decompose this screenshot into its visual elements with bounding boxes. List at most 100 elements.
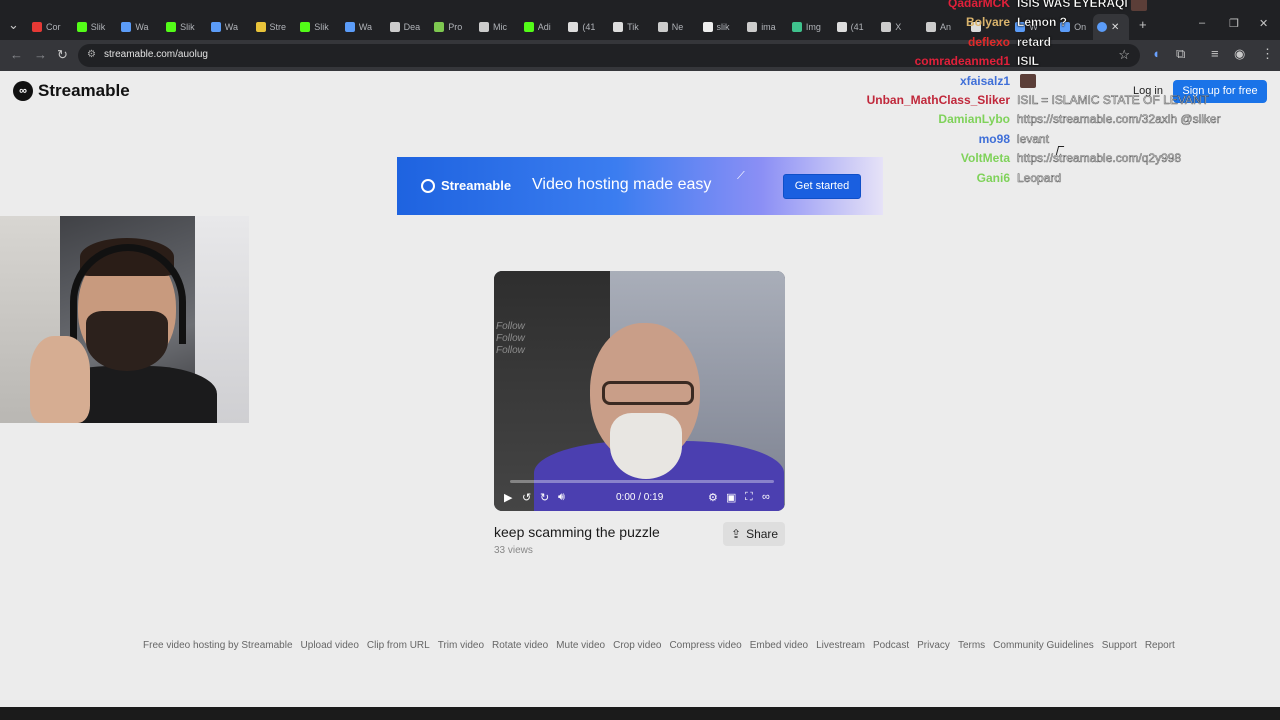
chat-text-wrap: retard — [1017, 35, 1051, 49]
browser-tab[interactable]: Wa — [341, 17, 386, 37]
footer-link[interactable]: Privacy — [917, 640, 950, 651]
browser-tab[interactable]: Img — [788, 17, 833, 37]
video-person-beard — [610, 413, 682, 479]
chat-text: ISIS WAS EYERAQI — [1017, 0, 1128, 10]
chat-text: retard — [1017, 34, 1052, 49]
streamable-icon — [344, 22, 355, 32]
chat-message: deflexo retard — [860, 35, 1280, 53]
chat-text-wrap: ISIL = ISLAMIC STATE OF LEVANT — [1017, 93, 1209, 107]
fullscreen-icon[interactable]: ⛶ — [745, 491, 753, 504]
banner-logo: Streamable — [421, 178, 511, 193]
chat-text-wrap: levant — [1017, 132, 1049, 146]
banner-logo-text: Streamable — [441, 178, 512, 193]
stream-bottom-bar — [0, 707, 1280, 720]
tab-title: Slik — [314, 22, 329, 32]
tiktok-icon — [836, 22, 847, 32]
footer-link[interactable]: Clip from URL — [367, 640, 430, 651]
chat-username[interactable]: Gani6 — [977, 171, 1010, 185]
footer-link[interactable]: Free video hosting by Streamable — [143, 640, 293, 651]
streamable-logo-icon: ∞ — [13, 81, 33, 101]
browser-tab[interactable]: slik — [699, 17, 744, 37]
browser-tab[interactable]: Slik — [162, 17, 207, 37]
streamable-icon — [210, 22, 221, 32]
back-arrow-icon[interactable]: ← — [10, 47, 23, 62]
chat-message: Bolyare Lemon ? — [860, 15, 1280, 33]
forward-icon[interactable]: ↻ — [540, 491, 549, 504]
share-button[interactable]: ⇪ Share — [723, 522, 785, 546]
tab-title: Adi — [537, 22, 551, 32]
video-player[interactable]: Follow Follow Follow ▶ ↺ ↻ 🔊︎ 0:00 / 0:1… — [494, 271, 785, 511]
footer-link[interactable]: Livestream — [816, 640, 865, 651]
chat-username[interactable]: mo98 — [979, 132, 1010, 146]
chat-message: comradeanmed1 ISIL — [860, 54, 1280, 72]
footer-link[interactable]: Compress video — [669, 640, 741, 651]
browser-tab[interactable]: Slik — [296, 17, 341, 37]
settings-gear-icon[interactable]: ⚙ — [708, 491, 718, 504]
promo-banner[interactable]: Streamable Video hosting made easy ⟋ Get… — [397, 157, 883, 215]
footer-link[interactable]: Terms — [958, 640, 985, 651]
reload-icon[interactable]: ↻ — [57, 47, 68, 63]
screen: ⌄ Cor Slik Wa Slik Wa Stre Slik Wa Dea Pro Mic Adi (… — [0, 0, 1280, 720]
footer-link[interactable]: Upload video — [301, 640, 359, 651]
tiktok-icon — [568, 22, 579, 32]
chat-username[interactable]: xfaisalz1 — [960, 74, 1010, 88]
tab-title: Mic — [493, 22, 507, 32]
volume-icon[interactable]: 🔊︎ — [558, 491, 565, 504]
chat-text: levant — [1017, 131, 1050, 146]
browser-tab[interactable]: Adi — [520, 17, 565, 37]
tab-title: Wa — [224, 22, 238, 32]
video-person-glasses — [602, 381, 694, 405]
streamable-icon — [121, 22, 132, 32]
chat-username[interactable]: Bolyare — [966, 15, 1010, 29]
site-info-icon[interactable]: ⚙ — [87, 49, 96, 60]
site-logo[interactable]: ∞ Streamable — [13, 81, 130, 101]
tab-title: Wa — [135, 22, 149, 32]
browser-tab[interactable]: Stre — [252, 17, 297, 37]
tab-search-chevron-icon[interactable]: ⌄ — [8, 17, 19, 33]
chat-username[interactable]: VoltMeta — [961, 151, 1010, 165]
footer-link[interactable]: Report — [1145, 640, 1175, 651]
picture-in-picture-icon[interactable]: ▣ — [726, 491, 736, 504]
get-started-button[interactable]: Get started — [783, 174, 861, 199]
chat-username[interactable]: Unban_MathClass_Sliker — [867, 93, 1010, 107]
browser-tab[interactable]: ima — [743, 17, 788, 37]
footer-link[interactable]: Trim video — [438, 640, 484, 651]
tab-title: slik — [716, 22, 730, 32]
footer-link[interactable]: Support — [1102, 640, 1137, 651]
chat-text: https://streamable.com/q2y998 — [1017, 151, 1182, 166]
webcam-person-hand — [30, 336, 90, 423]
browser-tab[interactable]: Pro — [430, 17, 475, 37]
chat-text-wrap: Leopard — [1017, 170, 1062, 185]
chat-username[interactable]: DamianLybo — [938, 112, 1010, 126]
browser-tab[interactable]: Slik — [73, 17, 118, 37]
chat-username[interactable]: QadarMCK — [948, 0, 1010, 10]
rewind-icon[interactable]: ↺ — [522, 491, 531, 504]
chat-username[interactable]: comradeanmed1 — [915, 54, 1010, 68]
browser-tab[interactable]: Dea — [386, 17, 431, 37]
chat-message: xfaisalz1 — [860, 74, 1280, 92]
browser-tab[interactable]: (41 — [564, 17, 609, 37]
tab-title: ima — [761, 22, 776, 32]
footer-link[interactable]: Rotate video — [492, 640, 548, 651]
browser-tab[interactable]: Tik — [609, 17, 654, 37]
video-title: keep scamming the puzzle — [494, 524, 660, 540]
footer-link[interactable]: Community Guidelines — [993, 640, 1094, 651]
streamable-logo-icon — [421, 178, 435, 193]
video-progress-bar[interactable] — [510, 480, 774, 483]
chat-username[interactable]: deflexo — [968, 35, 1010, 49]
kick-icon — [166, 22, 177, 32]
footer-link[interactable]: Embed video — [750, 640, 808, 651]
tab-title: Slik — [90, 22, 106, 32]
browser-tab[interactable]: Cor — [28, 17, 73, 37]
forward-arrow-icon[interactable]: → — [34, 47, 47, 62]
chat-text: Leopard — [1017, 170, 1062, 185]
browser-tab[interactable]: Mic — [475, 17, 520, 37]
browser-tab[interactable]: Wa — [207, 17, 252, 37]
footer-link[interactable]: Podcast — [873, 640, 909, 651]
browser-tab[interactable]: Wa — [117, 17, 162, 37]
browser-tab[interactable]: Ne — [654, 17, 699, 37]
footer-link[interactable]: Mute video — [556, 640, 605, 651]
streamable-logo-icon[interactable]: ∞ — [762, 491, 770, 503]
footer-link[interactable]: Crop video — [613, 640, 661, 651]
play-icon[interactable]: ▶ — [504, 491, 512, 504]
